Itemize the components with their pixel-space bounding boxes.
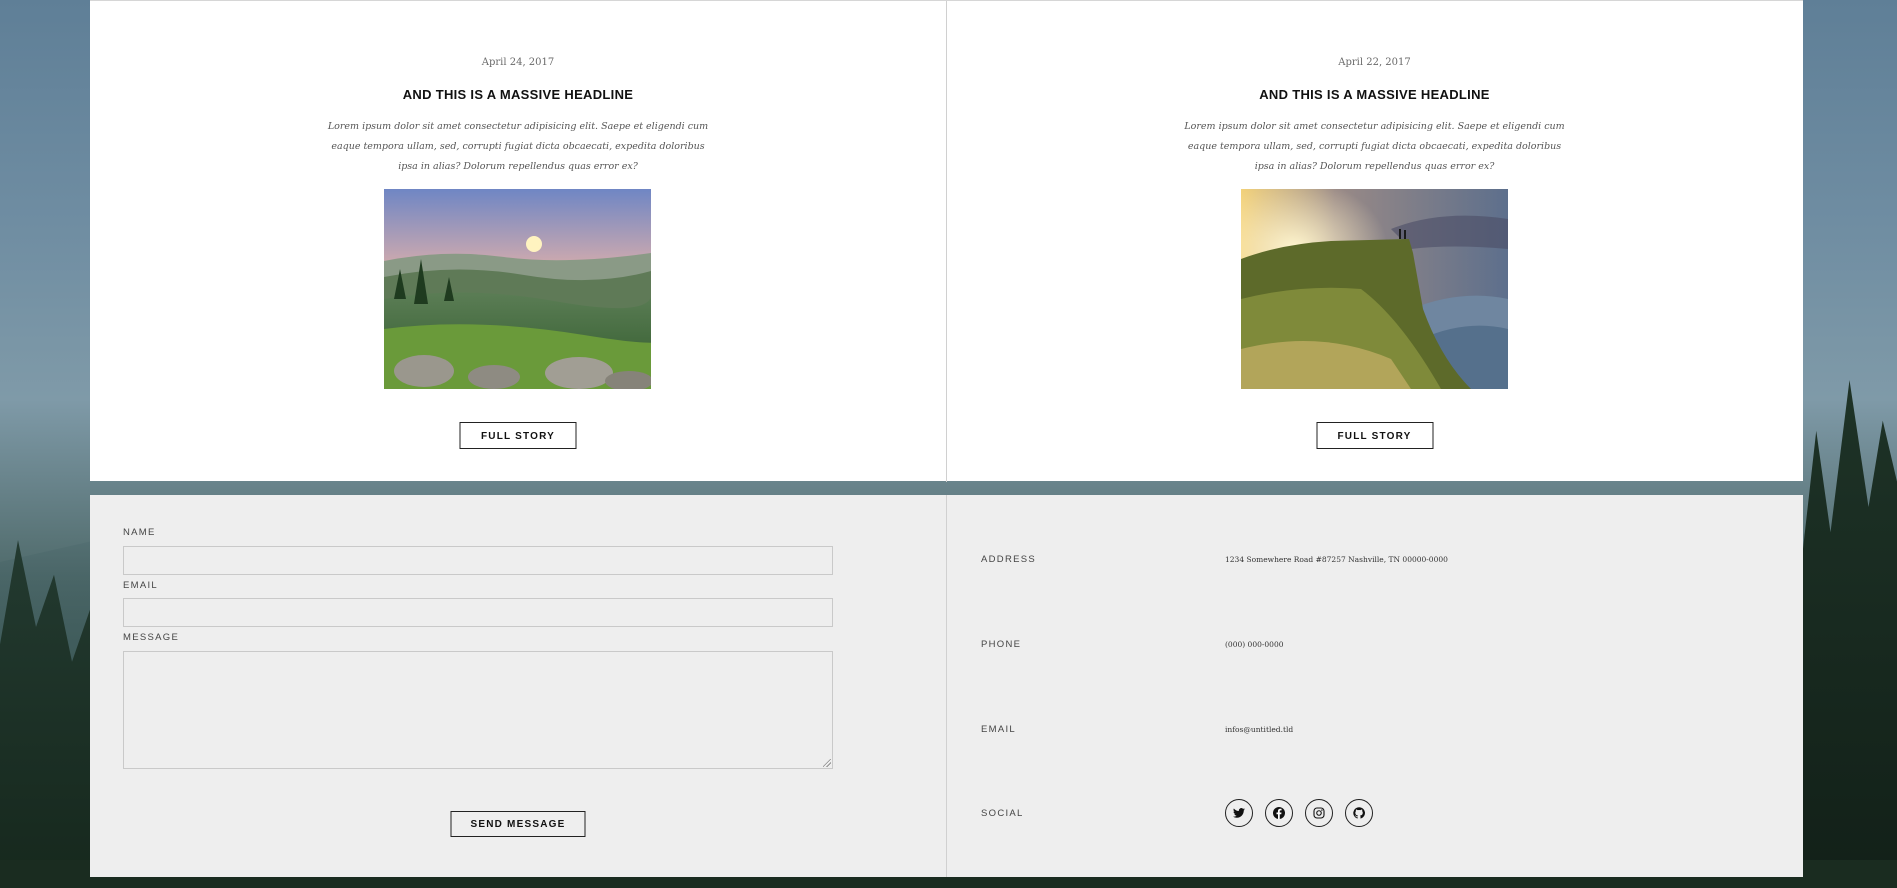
cliff-edge-photo [1241, 189, 1508, 389]
email-info-label: EMAIL [981, 724, 1017, 735]
twitter-icon[interactable] [1225, 799, 1253, 827]
sunset-valley-photo [384, 189, 651, 389]
send-message-button[interactable]: SEND MESSAGE [450, 811, 586, 837]
name-field[interactable] [123, 546, 833, 575]
article-date: April 22, 2017 [1338, 57, 1411, 68]
name-label: NAME [123, 527, 156, 538]
article-headline: AND THIS IS A MASSIVE HEADLINE [402, 87, 634, 102]
address-value: 1234 Somewhere Road #87257 Nashville, TN… [1225, 555, 1448, 564]
phone-label: PHONE [981, 639, 1022, 650]
email-label: EMAIL [123, 580, 159, 591]
background-trees-right [1802, 380, 1897, 888]
instagram-icon[interactable] [1305, 799, 1333, 827]
message-field[interactable] [123, 651, 833, 769]
article-date: April 24, 2017 [481, 57, 555, 68]
contact-info: ADDRESS 1234 Somewhere Road #87257 Nashv… [946, 495, 1803, 877]
email-field[interactable] [123, 598, 833, 627]
article-excerpt: Lorem ipsum dolor sit amet consectetur a… [327, 121, 709, 172]
contact-section: NAME EMAIL MESSAGE SEND MESSAGE ADDRESS … [90, 495, 1803, 877]
full-story-button[interactable]: FULL STORY [1316, 422, 1433, 449]
full-story-button[interactable]: FULL STORY [459, 422, 577, 449]
message-label: MESSAGE [123, 632, 180, 643]
articles-section: April 24, 2017 AND THIS IS A MASSIVE HEA… [90, 0, 1803, 482]
address-label: ADDRESS [981, 554, 1037, 565]
facebook-icon[interactable] [1265, 799, 1293, 827]
social-label: SOCIAL [981, 808, 1024, 819]
resize-handle-icon[interactable] [823, 759, 831, 767]
article-card: April 24, 2017 AND THIS IS A MASSIVE HEA… [90, 1, 946, 482]
contact-form: NAME EMAIL MESSAGE SEND MESSAGE [90, 495, 946, 877]
email-value: infos@untitled.tld [1225, 725, 1294, 734]
phone-value: (000) 000-0000 [1225, 640, 1284, 649]
github-icon[interactable] [1345, 799, 1373, 827]
article-headline: AND THIS IS A MASSIVE HEADLINE [1259, 87, 1490, 102]
article-excerpt: Lorem ipsum dolor sit amet consectetur a… [1184, 121, 1565, 172]
social-links [1225, 799, 1373, 827]
article-card: April 22, 2017 AND THIS IS A MASSIVE HEA… [946, 1, 1802, 482]
